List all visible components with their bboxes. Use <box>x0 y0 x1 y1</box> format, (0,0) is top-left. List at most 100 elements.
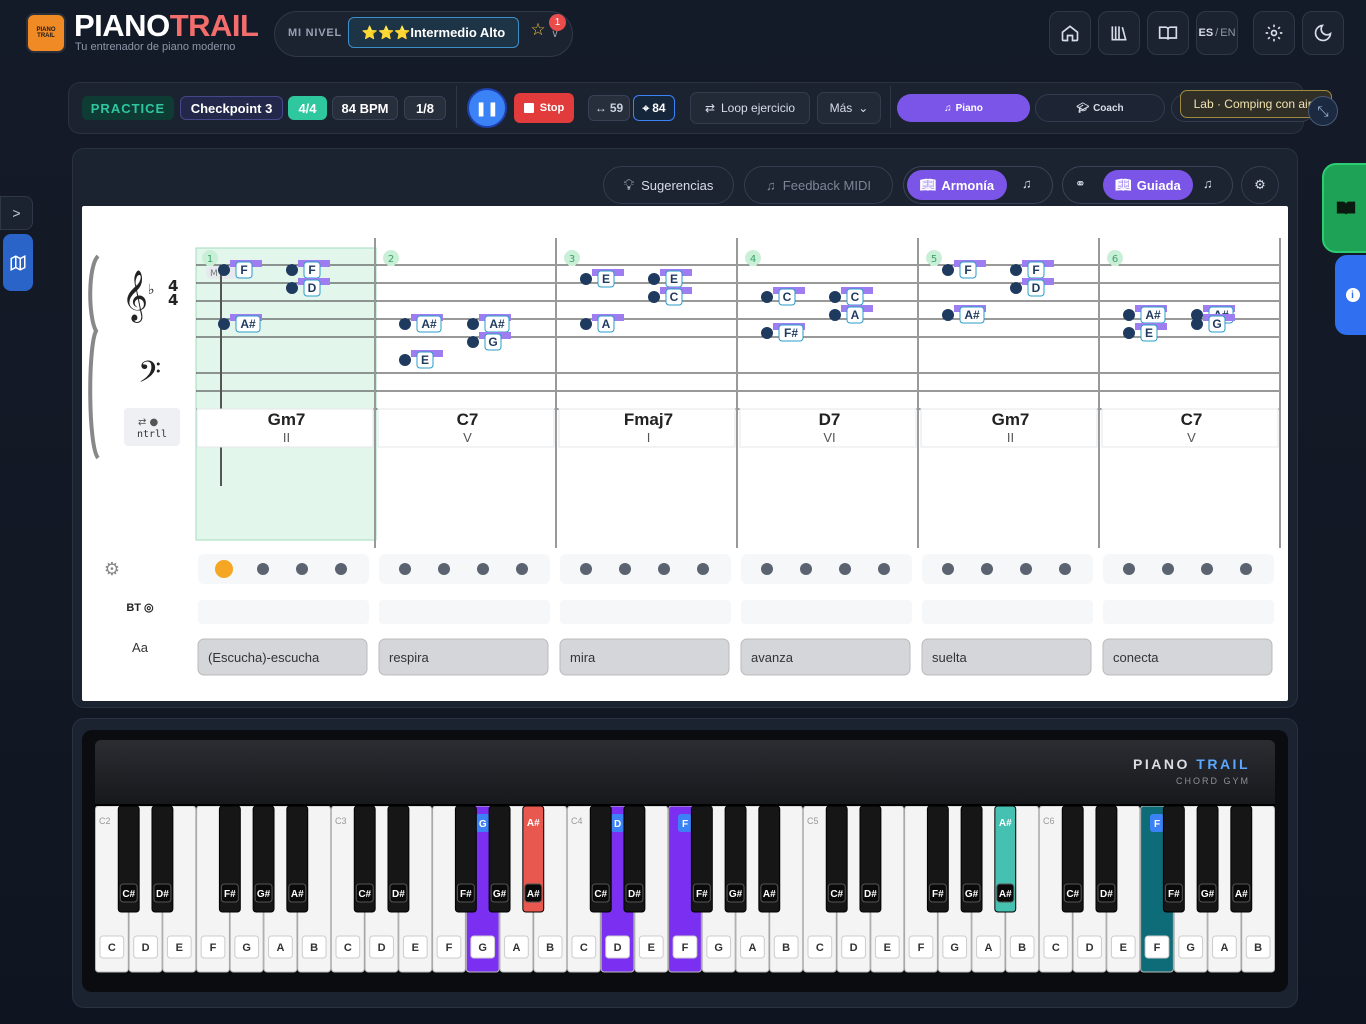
home-button[interactable] <box>1049 11 1091 55</box>
note-label: G <box>488 335 497 349</box>
measure-4[interactable]: 4D7VICF#CAavanza <box>739 238 919 676</box>
note-head[interactable] <box>580 273 592 285</box>
keyboard-brand: PIANO TRAIL <box>1133 756 1250 772</box>
more-dropdown[interactable]: Más ⌄ <box>817 92 881 124</box>
level-value[interactable]: ⭐⭐⭐Intermedio Alto <box>348 17 519 48</box>
note-label: E <box>421 353 429 367</box>
note-head[interactable] <box>829 291 841 303</box>
note-head[interactable] <box>399 354 411 366</box>
note-head[interactable] <box>1123 327 1135 339</box>
guided-toggle[interactable]: 📖︎ Guiada <box>1103 170 1193 200</box>
favorite-star-icon[interactable]: ☆ <box>526 20 550 46</box>
info-button[interactable]: i <box>1335 255 1366 335</box>
loop-exercise-button[interactable]: ⇄ Loop ejercicio <box>690 92 810 124</box>
sidebar-expand-button[interactable]: > <box>0 196 33 230</box>
subdivision-chip[interactable]: 1/8 <box>404 96 446 120</box>
score-settings-button[interactable]: ⚙ <box>1241 166 1279 204</box>
suggestions-toggle[interactable]: 💡︎ Sugerencias <box>603 166 734 204</box>
beat-dot[interactable] <box>1201 563 1213 575</box>
beat-dot[interactable] <box>1020 563 1032 575</box>
note-head[interactable] <box>1123 309 1135 321</box>
music-note-icon[interactable]: ♫ <box>1203 176 1213 191</box>
beat-dot[interactable] <box>878 563 890 575</box>
library-button[interactable] <box>1098 11 1140 55</box>
note-head[interactable] <box>286 282 298 294</box>
white-key-label: E <box>1120 942 1127 954</box>
music-note-icon[interactable]: ♫ <box>1022 176 1032 191</box>
tab-piano[interactable]: ♫ Piano <box>897 94 1030 122</box>
beat-dot[interactable] <box>296 563 308 575</box>
beat-dot[interactable] <box>477 563 489 575</box>
note-head[interactable] <box>761 291 773 303</box>
note-head[interactable] <box>942 309 954 321</box>
stop-button[interactable]: Stop <box>514 93 574 123</box>
note-head[interactable] <box>829 309 841 321</box>
beat-dot[interactable] <box>438 563 450 575</box>
beat-dot[interactable] <box>658 563 670 575</box>
time-signature-chip[interactable]: 4/4 <box>288 96 327 120</box>
sync-tempo-chip[interactable]: ⌖ 84 <box>633 95 675 121</box>
note-head[interactable] <box>1010 264 1022 276</box>
beat-dot[interactable] <box>1240 563 1252 575</box>
note-head[interactable] <box>1010 282 1022 294</box>
note-head[interactable] <box>648 273 660 285</box>
note-head[interactable] <box>467 318 479 330</box>
active-key-tag-label: A# <box>527 818 540 829</box>
beat-dot[interactable] <box>981 563 993 575</box>
note-head[interactable] <box>1191 318 1203 330</box>
note-head[interactable] <box>580 318 592 330</box>
lyric-text: (Escucha)-escucha <box>208 650 320 665</box>
collapse-icon[interactable]: ⤡ <box>1308 96 1338 126</box>
beat-dot-active[interactable] <box>215 560 233 578</box>
bt-cell <box>379 600 550 624</box>
loop-count-chip[interactable]: ↔ 59 <box>588 95 630 121</box>
mode-badge: PRACTICE <box>82 96 174 120</box>
measure-5[interactable]: 5Gm7IIFA#FDsuelta <box>920 238 1100 676</box>
beat-dot[interactable] <box>697 563 709 575</box>
measure-6[interactable]: 6C7VA#EA#Gconecta <box>1101 238 1281 676</box>
lesson-book-button[interactable] <box>1322 163 1366 253</box>
beat-dot[interactable] <box>1059 563 1071 575</box>
lyric-text: conecta <box>1113 650 1159 665</box>
pause-button[interactable]: ❚❚ <box>467 88 507 128</box>
settings-button[interactable] <box>1253 11 1295 55</box>
beat-dot[interactable] <box>800 563 812 575</box>
bt-cell <box>560 600 731 624</box>
beat-dot[interactable] <box>399 563 411 575</box>
beat-dot[interactable] <box>761 563 773 575</box>
beat-dot[interactable] <box>580 563 592 575</box>
note-head[interactable] <box>942 264 954 276</box>
measure-2[interactable]: 2 C7V A# E A# Grespira <box>377 238 557 676</box>
note-head[interactable] <box>467 336 479 348</box>
dark-mode-button[interactable] <box>1302 11 1344 55</box>
note-label: A# <box>240 317 256 331</box>
note-head[interactable] <box>218 318 230 330</box>
tab-coach[interactable]: 🎓︎ Coach <box>1035 94 1165 122</box>
tempo-chip[interactable]: 84 BPM <box>332 96 398 120</box>
beat-dot[interactable] <box>1162 563 1174 575</box>
beat-dot[interactable] <box>839 563 851 575</box>
note-head[interactable] <box>399 318 411 330</box>
gear-icon[interactable]: ⚙ <box>104 559 120 580</box>
note-head[interactable] <box>218 264 230 276</box>
language-toggle[interactable]: ES / EN <box>1196 11 1238 55</box>
beat-dot[interactable] <box>942 563 954 575</box>
midi-feedback-toggle[interactable]: ♫ Feedback MIDI <box>744 166 893 204</box>
checkpoint-chip[interactable]: Checkpoint 3 <box>180 96 283 120</box>
beat-dot[interactable] <box>335 563 347 575</box>
beat-dot[interactable] <box>516 563 528 575</box>
note-head[interactable] <box>761 327 773 339</box>
library-icon <box>1111 26 1127 41</box>
harmony-toggle[interactable]: 📖︎ Armonía <box>907 170 1007 200</box>
measure-3[interactable]: 3Fmaj7IEAECmira <box>558 238 738 676</box>
color-wheel-icon[interactable]: ⚭ <box>1075 176 1086 192</box>
note-head[interactable] <box>286 264 298 276</box>
note-head[interactable] <box>648 291 660 303</box>
map-button[interactable] <box>3 234 33 291</box>
white-key-label: B <box>546 942 554 954</box>
beat-dot[interactable] <box>619 563 631 575</box>
book-button[interactable] <box>1147 11 1189 55</box>
beat-dot[interactable] <box>257 563 269 575</box>
beat-dot[interactable] <box>1123 563 1135 575</box>
divider <box>456 86 457 128</box>
